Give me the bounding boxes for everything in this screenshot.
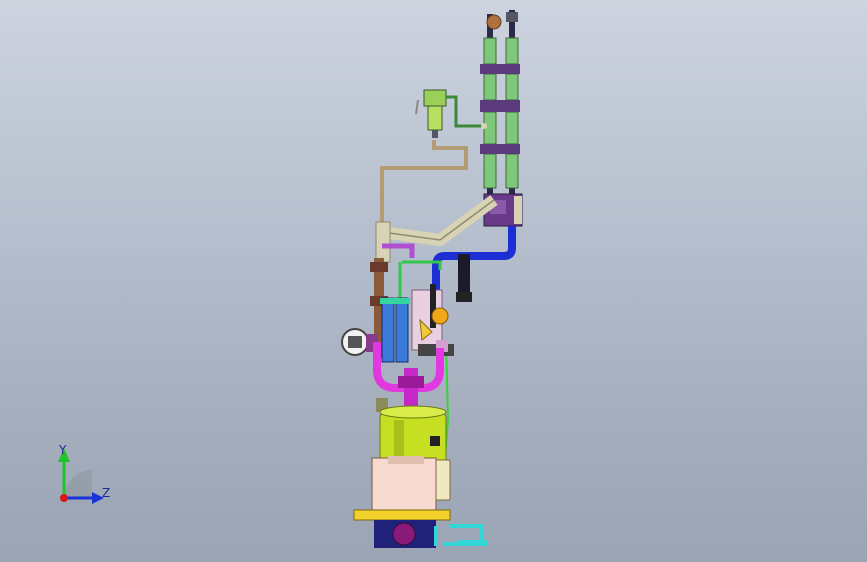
column-flange xyxy=(480,144,520,154)
magenta-flange xyxy=(398,376,424,388)
blue-pipe-nut xyxy=(456,292,472,302)
y-axis-label: Y xyxy=(59,443,67,457)
valve-cluster[interactable] xyxy=(411,284,454,356)
orange-valve xyxy=(431,307,449,325)
column-segment xyxy=(505,153,519,189)
thin-tube xyxy=(380,140,468,228)
column-assembly[interactable] xyxy=(480,10,523,227)
column-top-cap xyxy=(486,14,502,30)
orientation-triad[interactable] xyxy=(40,436,130,516)
triad-plane-shade xyxy=(64,470,92,498)
column-segment xyxy=(505,111,519,145)
column-base-plate xyxy=(514,196,522,224)
cyan-piping[interactable] xyxy=(434,524,488,546)
column-segment xyxy=(505,37,519,65)
column-segment xyxy=(505,73,519,101)
z-axis-label: Z xyxy=(102,486,111,500)
cyan-bar xyxy=(458,540,488,546)
base-plate xyxy=(353,509,451,521)
filter-unit[interactable] xyxy=(415,89,487,138)
pipe-elbow xyxy=(375,221,391,263)
column-flange xyxy=(480,100,520,112)
base-lid xyxy=(388,456,424,464)
cylinder-right xyxy=(395,297,409,363)
filter-bowl xyxy=(427,105,443,131)
base-housing xyxy=(371,457,437,513)
side-gauge[interactable] xyxy=(341,328,378,356)
assembly-model[interactable] xyxy=(0,0,867,562)
tank-port xyxy=(430,436,440,446)
cylinder-left xyxy=(381,297,395,363)
filter-line-joint xyxy=(481,123,487,129)
column-top-bracket xyxy=(506,12,518,22)
tank-top xyxy=(379,405,447,419)
cad-viewport[interactable]: Y Z xyxy=(0,0,867,562)
x-axis-dot xyxy=(60,494,68,502)
tank-highlight xyxy=(394,420,404,460)
filter-line xyxy=(446,95,484,128)
blue-cylinders[interactable] xyxy=(380,297,410,363)
filter-head xyxy=(423,89,447,107)
column-segment xyxy=(483,153,497,189)
column-segment xyxy=(483,37,497,65)
column-segment xyxy=(483,73,497,101)
cylinder-cap xyxy=(380,298,410,304)
filter-bracket xyxy=(415,99,419,115)
base-side-panel xyxy=(435,459,451,501)
gauge-body xyxy=(348,336,362,348)
threaded-nut xyxy=(370,262,388,272)
base-motor xyxy=(392,522,416,546)
column-flange xyxy=(480,64,520,74)
filter-drain xyxy=(432,130,438,138)
